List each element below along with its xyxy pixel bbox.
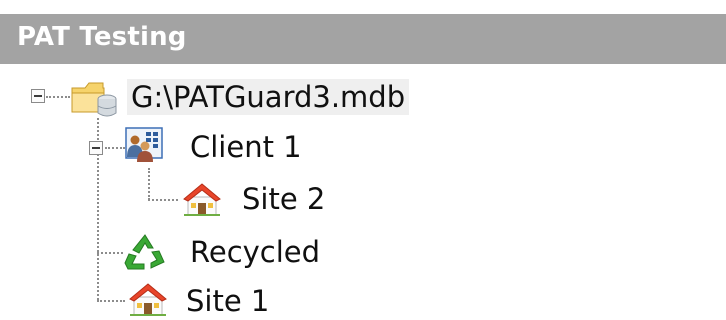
house-icon <box>129 283 167 316</box>
tree-connector <box>148 199 178 201</box>
client-people-icon <box>125 127 163 162</box>
tree-node-label[interactable]: Client 1 <box>186 129 306 165</box>
tree-connector <box>105 147 125 149</box>
tree-node-label[interactable]: Site 1 <box>182 283 273 319</box>
tree-connector <box>148 168 150 200</box>
folder-database-icon <box>71 82 117 117</box>
tree-connector <box>46 96 70 98</box>
recycle-icon <box>124 234 165 270</box>
house-icon <box>183 183 221 216</box>
tree-node-label[interactable]: G:\PATGuard3.mdb <box>127 79 410 115</box>
tree-view: G:\PATGuard3.mdb Client 1 Site 2 Recycle… <box>0 0 726 320</box>
pat-testing-panel: PAT Testing G:\PATGuard3.mdb Client 1 Si… <box>0 0 726 320</box>
tree-node-label[interactable]: Recycled <box>186 234 324 270</box>
collapse-toggle-client-1[interactable] <box>89 141 103 155</box>
collapse-toggle-root[interactable] <box>31 89 45 103</box>
tree-connector <box>97 300 125 302</box>
tree-node-label[interactable]: Site 2 <box>238 181 329 217</box>
tree-connector <box>97 252 123 254</box>
